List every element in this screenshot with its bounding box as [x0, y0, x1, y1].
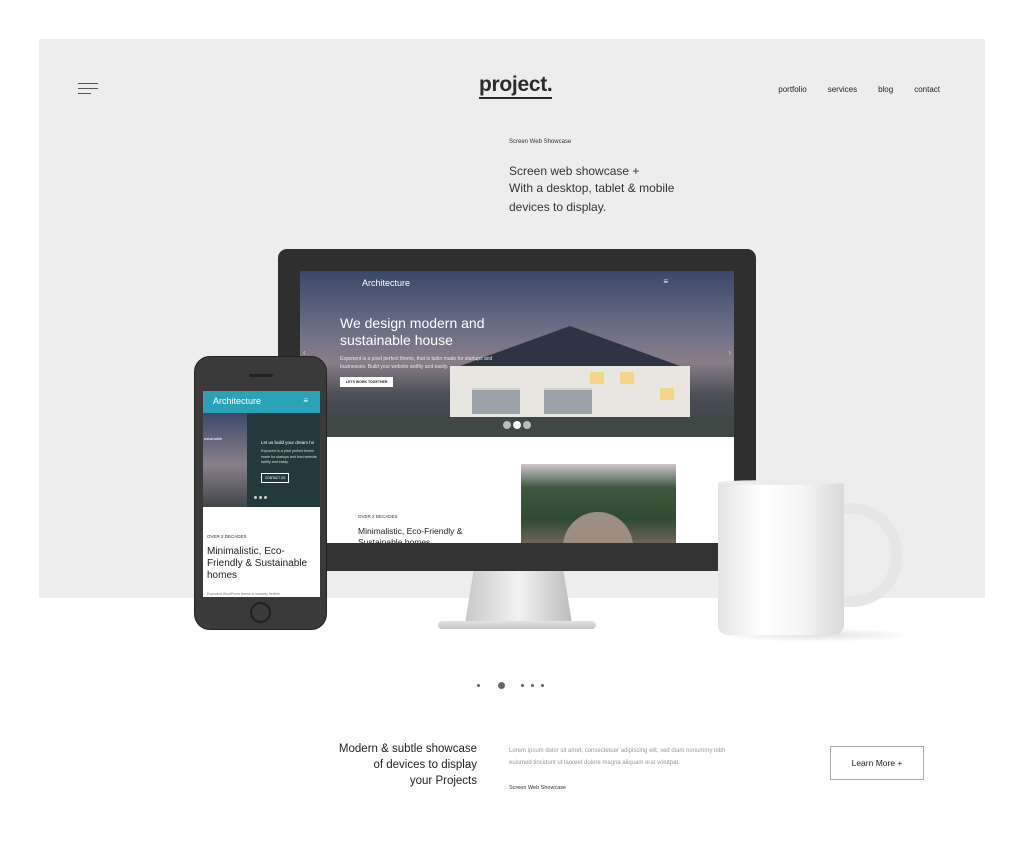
- mockup-menu-icon: ≡: [663, 277, 668, 286]
- phone-content-kicker: OVER 2 DECADES: [207, 534, 247, 539]
- phone-menu-icon: ≡: [303, 396, 308, 405]
- phone-content-title: Minimalistic, Eco-Friendly & Sustainable…: [207, 546, 308, 581]
- mockup-next-arrow-icon: ›: [728, 348, 731, 357]
- mockup-headline: We design modern and sustainable house: [340, 315, 485, 348]
- mockup-subtext: Exponent is a pixel perfect theme, that …: [340, 356, 493, 370]
- bottom-title-line: of devices to display: [373, 759, 477, 771]
- menu-icon[interactable]: [78, 83, 98, 96]
- hero-headline-line: With a desktop, tablet & mobile: [509, 181, 675, 195]
- phone-home-button: [250, 602, 271, 623]
- phone-header-bar: Architecture ≡: [203, 391, 320, 413]
- carousel-pager: [477, 682, 544, 689]
- phone-banner-title: Let us build your dream ho: [261, 440, 315, 445]
- mockup-site-title: Architecture: [362, 278, 411, 288]
- bottom-title-line: your Projects: [409, 775, 477, 787]
- monitor-chin: [278, 543, 756, 571]
- monitor-base: [438, 621, 596, 629]
- pager-dot[interactable]: [531, 684, 534, 687]
- phone-footer-text: Exponent WordPress theme is insanely fle…: [207, 592, 280, 596]
- phone-screen: Architecture ≡ ustainable Let us build y…: [203, 391, 320, 597]
- nav-blog[interactable]: blog: [878, 85, 893, 94]
- monitor-stand: [465, 571, 572, 623]
- page: project. portfolio services blog contact…: [0, 0, 1024, 861]
- main-nav: portfolio services blog contact: [757, 85, 940, 94]
- phone-slider-dots: [254, 496, 267, 499]
- hero-headline-line: Screen web showcase +: [509, 164, 640, 178]
- learn-more-button[interactable]: Learn More +: [830, 746, 924, 780]
- hero-kicker: Screen Web Showcase: [509, 139, 572, 145]
- pager-dot-active[interactable]: [498, 682, 505, 689]
- phone-banner-text: Exponent is a pixel perfect theme made f…: [261, 449, 317, 464]
- phone-side-label: ustainable: [204, 436, 223, 441]
- pager-dot[interactable]: [541, 684, 544, 687]
- phone-contact-button: CONTACT US: [261, 473, 290, 483]
- bottom-kicker: Screen Web Showcase: [509, 785, 567, 791]
- desktop-monitor: Architecture ≡ We design modern and sust…: [278, 249, 756, 571]
- phone-speaker: [249, 374, 273, 377]
- pager-dot[interactable]: [521, 684, 524, 687]
- phone-mockup: Architecture ≡ ustainable Let us build y…: [194, 356, 327, 630]
- hero-headline: Screen web showcase + With a desktop, ta…: [509, 163, 709, 216]
- phone-hero-image: ustainable Let us build your dream ho Ex…: [203, 413, 320, 507]
- mockup-content-title: Minimalistic, Eco-Friendly & Sustainable…: [358, 526, 463, 543]
- bottom-title-line: Modern & subtle showcase: [338, 743, 477, 755]
- mockup-garden-photo: [521, 464, 676, 543]
- bottom-body-text: Lorem ipsum dolor sit amet, consectetuer…: [509, 748, 726, 766]
- phone-site-title: Architecture: [213, 396, 262, 406]
- nav-services[interactable]: services: [828, 85, 857, 94]
- bottom-title: Modern & subtle showcase of devices to d…: [300, 741, 477, 789]
- nav-contact[interactable]: contact: [914, 85, 940, 94]
- pager-dot[interactable]: [477, 684, 480, 687]
- hero-headline-line: devices to display.: [509, 200, 607, 214]
- monitor-screen: Architecture ≡ We design modern and sust…: [300, 271, 734, 543]
- mockup-slider-dots: [503, 421, 531, 429]
- nav-portfolio[interactable]: portfolio: [778, 85, 806, 94]
- coffee-mug: [718, 480, 844, 635]
- site-logo[interactable]: project.: [479, 74, 553, 99]
- mockup-cta-button: LETS WORK TOGETHER: [340, 377, 394, 387]
- mockup-content-kicker: OVER 2 DECADES: [358, 514, 398, 519]
- monitor-hero-image: Architecture ≡ We design modern and sust…: [300, 271, 734, 437]
